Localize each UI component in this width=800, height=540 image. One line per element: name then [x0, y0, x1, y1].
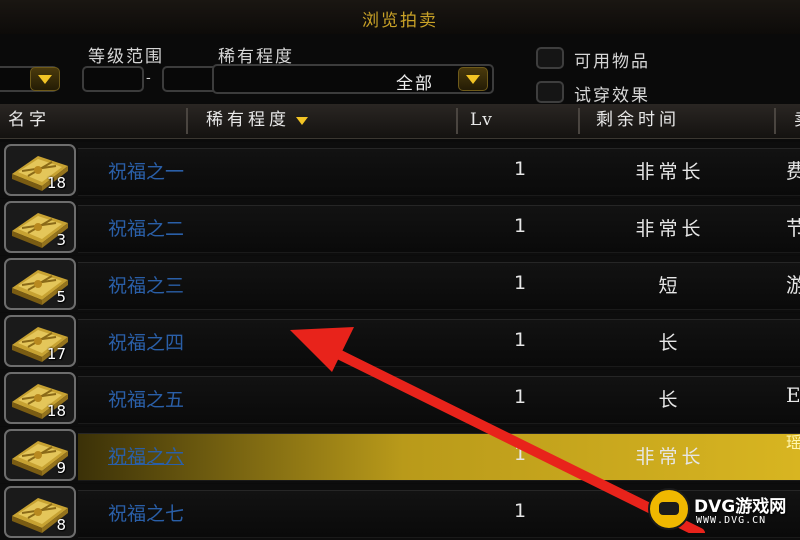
watermark-url: WWW.DVG.CN	[696, 515, 767, 526]
annotation-arrow	[290, 327, 705, 533]
watermark-brand: DVG游戏网	[694, 497, 787, 517]
watermark: DVG游戏网 WWW.DVG.CN	[648, 488, 800, 533]
gamepad-logo-icon	[648, 488, 690, 530]
